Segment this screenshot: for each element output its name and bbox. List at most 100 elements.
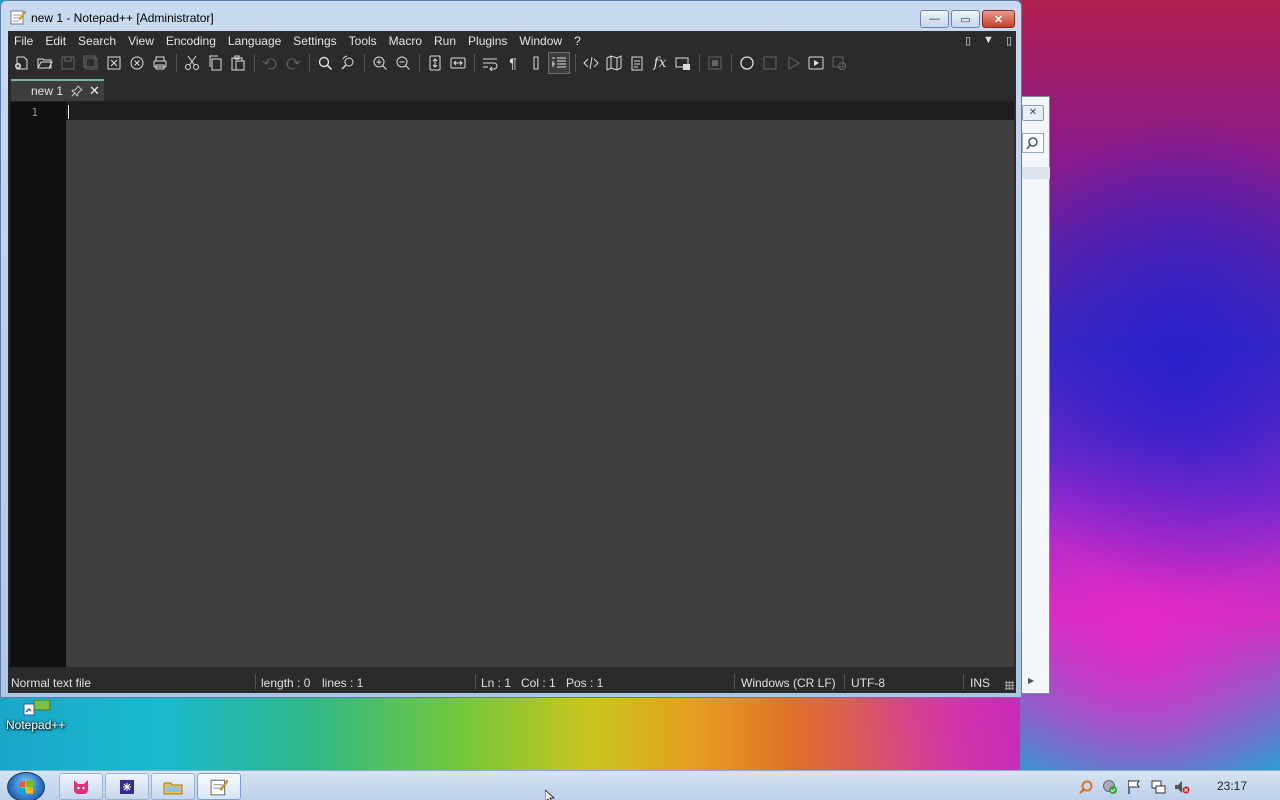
- word-wrap-icon[interactable]: [479, 52, 501, 74]
- tab-new-1[interactable]: new 1 ✕: [11, 79, 104, 101]
- pin-icon[interactable]: [71, 85, 83, 97]
- menu-search[interactable]: Search: [72, 31, 122, 51]
- windows-logo-icon: [19, 780, 33, 794]
- taskbar-notepadpp[interactable]: [197, 773, 241, 800]
- record-macro-icon[interactable]: [736, 52, 758, 74]
- monitoring-icon[interactable]: [704, 52, 726, 74]
- toolbar-separator: [731, 54, 732, 72]
- start-button[interactable]: [7, 772, 45, 800]
- background-window-strip: [1022, 167, 1050, 179]
- save-icon[interactable]: [57, 52, 79, 74]
- close-icon[interactable]: [103, 52, 125, 74]
- text-caret: [68, 105, 69, 119]
- line-number-gutter: 1: [10, 102, 66, 667]
- status-insert-mode[interactable]: INS: [970, 676, 990, 690]
- menu-language[interactable]: Language: [222, 31, 287, 51]
- status-eol[interactable]: Windows (CR LF): [741, 676, 836, 690]
- close-icon[interactable]: ✕: [1022, 105, 1044, 121]
- flag-tray-icon[interactable]: [1126, 779, 1142, 795]
- run-macro-multiple-icon[interactable]: [805, 52, 827, 74]
- menu-macro[interactable]: Macro: [383, 31, 428, 51]
- desktop-wallpaper: [1020, 0, 1280, 770]
- toolbar-separator: [575, 54, 576, 72]
- replace-icon[interactable]: [337, 52, 359, 74]
- taskbar-cat-app[interactable]: [59, 773, 103, 800]
- menu-edit[interactable]: Edit: [39, 31, 72, 51]
- restore-doc-icon[interactable]: ▯: [965, 34, 971, 47]
- resize-grip[interactable]: [1005, 681, 1014, 690]
- status-encoding[interactable]: UTF-8: [851, 676, 885, 690]
- close-all-icon[interactable]: [126, 52, 148, 74]
- new-file-icon[interactable]: [11, 52, 33, 74]
- sync-horizontal-icon[interactable]: [447, 52, 469, 74]
- volume-muted-icon[interactable]: [1174, 779, 1190, 795]
- menu-tools[interactable]: Tools: [343, 31, 383, 51]
- current-line-highlight: [66, 102, 1014, 120]
- security-tray-icon[interactable]: [1102, 779, 1118, 795]
- menu-file[interactable]: File: [8, 31, 39, 51]
- folder-as-workspace-icon[interactable]: [672, 52, 694, 74]
- toolbar-separator: [176, 54, 177, 72]
- cat-app-icon: [74, 779, 88, 794]
- search-icon[interactable]: [1022, 133, 1044, 153]
- status-divider: [255, 674, 256, 690]
- status-ln: Ln : 1: [481, 676, 512, 690]
- menu-encoding[interactable]: Encoding: [160, 31, 222, 51]
- network-tray-icon[interactable]: [1150, 779, 1166, 795]
- tab-bar: new 1 ✕: [8, 75, 1016, 101]
- close-icon: ✕: [993, 13, 1004, 26]
- zoom-in-icon[interactable]: [369, 52, 391, 74]
- minimize-button[interactable]: —: [920, 10, 949, 28]
- show-all-chars-icon[interactable]: ¶: [502, 52, 524, 74]
- sync-vertical-icon[interactable]: [424, 52, 446, 74]
- user-defined-language-icon[interactable]: [548, 52, 570, 74]
- window-title: new 1 - Notepad++ [Administrator]: [31, 11, 214, 25]
- tab-close-icon[interactable]: ✕: [89, 83, 100, 99]
- taskbar-terminal-app[interactable]: [105, 773, 149, 800]
- save-all-icon[interactable]: [80, 52, 102, 74]
- menu-window[interactable]: Window: [513, 31, 568, 51]
- status-divider: [963, 674, 964, 690]
- text-editor[interactable]: 1: [10, 101, 1014, 667]
- document-map-icon[interactable]: [603, 52, 625, 74]
- menu-view[interactable]: View: [122, 31, 160, 51]
- indent-guide-icon[interactable]: [525, 52, 547, 74]
- scroll-right-icon[interactable]: ▶: [1028, 676, 1034, 685]
- taskbar-clock[interactable]: 23:17: [1217, 779, 1247, 793]
- zoom-out-icon[interactable]: [392, 52, 414, 74]
- maximize-button[interactable]: ▭: [951, 10, 980, 28]
- notepadpp-window: new 1 - Notepad++ [Administrator] — ▭ ✕ …: [0, 0, 1022, 698]
- status-lines: lines : 1: [322, 676, 364, 690]
- xml-tag-icon[interactable]: [580, 52, 602, 74]
- menu-run[interactable]: Run: [428, 31, 462, 51]
- file-explorer-icon: [163, 782, 183, 794]
- desktop-shortcut-label: Notepad++: [6, 718, 66, 732]
- function-list-icon[interactable]: fx: [649, 52, 671, 74]
- print-icon[interactable]: [149, 52, 171, 74]
- taskbar-file-explorer[interactable]: [151, 773, 195, 800]
- minimize-icon: —: [929, 13, 940, 25]
- open-file-icon[interactable]: [34, 52, 56, 74]
- close-doc-icon[interactable]: ▯: [1006, 34, 1012, 47]
- window-client: File Edit Search View Encoding Language …: [8, 31, 1016, 693]
- toolbar-separator: [419, 54, 420, 72]
- save-macro-icon[interactable]: [828, 52, 850, 74]
- cut-icon[interactable]: [181, 52, 203, 74]
- copy-icon[interactable]: [204, 52, 226, 74]
- find-icon[interactable]: [314, 52, 336, 74]
- redo-icon[interactable]: [282, 52, 304, 74]
- document-list-icon[interactable]: [626, 52, 648, 74]
- doc-list-dropdown-icon[interactable]: ▼: [983, 34, 994, 47]
- title-bar[interactable]: new 1 - Notepad++ [Administrator] — ▭ ✕: [1, 1, 1021, 31]
- play-macro-icon[interactable]: [782, 52, 804, 74]
- menu-plugins[interactable]: Plugins: [462, 31, 513, 51]
- menu-settings[interactable]: Settings: [287, 31, 342, 51]
- menu-help[interactable]: ?: [568, 31, 587, 51]
- search-tray-icon[interactable]: [1078, 779, 1094, 795]
- paste-icon[interactable]: [227, 52, 249, 74]
- toolbar-separator: [699, 54, 700, 72]
- undo-icon[interactable]: [259, 52, 281, 74]
- status-file-type: Normal text file: [11, 676, 92, 690]
- stop-record-icon[interactable]: [759, 52, 781, 74]
- close-button[interactable]: ✕: [982, 10, 1015, 28]
